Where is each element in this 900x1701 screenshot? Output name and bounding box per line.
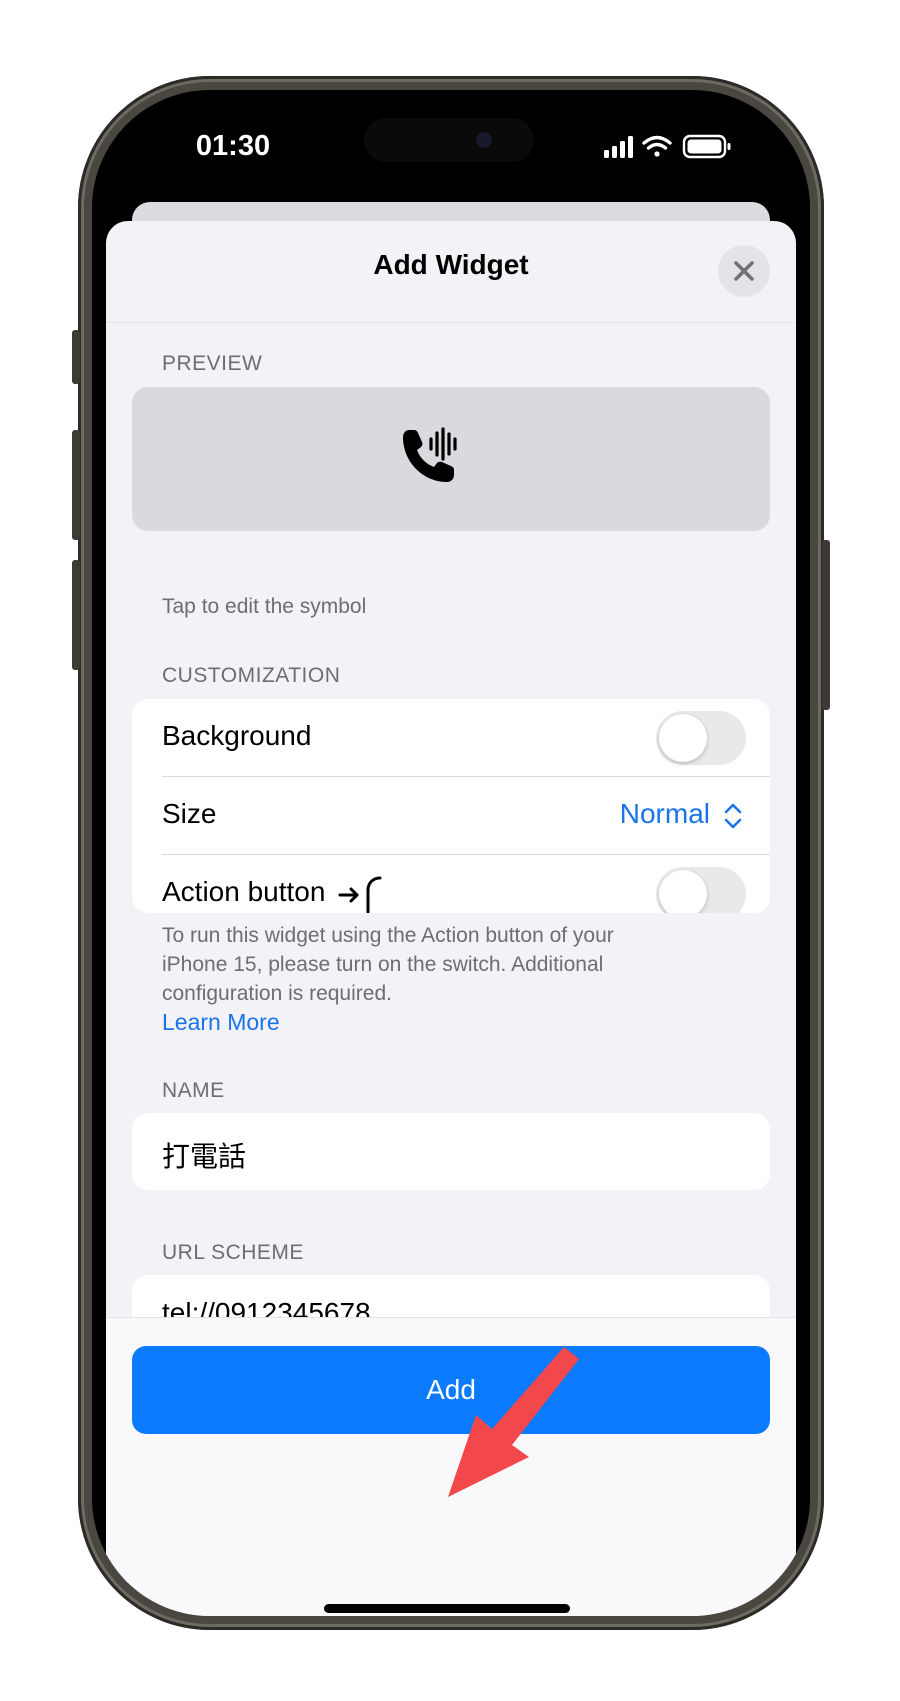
wifi-icon (642, 135, 672, 157)
action-button-footnote: To run this widget using the Action butt… (162, 921, 614, 1008)
battery-icon (682, 134, 731, 159)
background-toggle[interactable] (656, 711, 746, 765)
toggle-knob (659, 714, 707, 762)
size-value[interactable]: Normal (620, 798, 710, 830)
sheet-title: Add Widget (373, 249, 529, 280)
home-indicator[interactable] (324, 1604, 570, 1613)
size-row[interactable]: Size Normal (132, 777, 770, 854)
size-label: Size (162, 798, 217, 829)
action-button-icon (338, 876, 382, 913)
close-icon (734, 261, 754, 281)
phone-waveform-icon (403, 427, 457, 482)
customization-group: Background Size Normal Action button (132, 699, 770, 913)
footnote-line: configuration is required. (162, 982, 392, 1005)
preview-footnote: Tap to edit the symbol (162, 595, 367, 618)
chevron-up-down-icon (724, 803, 742, 829)
power-side-button (822, 540, 830, 710)
add-widget-sheet: Add Widget PREVIEW Tap to edit the symbo… (106, 221, 796, 1616)
background-label: Background (162, 720, 312, 751)
preview-section-label: PREVIEW (162, 352, 263, 375)
front-camera (476, 132, 492, 148)
customization-section-label: CUSTOMIZATION (162, 664, 341, 687)
annotation-arrow (448, 1347, 579, 1497)
url-scheme-section-label: URL SCHEME (162, 1241, 304, 1264)
action-button-toggle[interactable] (656, 867, 746, 913)
action-button-label: Action button (162, 876, 326, 907)
volume-down-side-button (72, 560, 80, 670)
name-field[interactable]: 打電話 (132, 1113, 770, 1190)
volume-up-side-button (72, 430, 80, 540)
dynamic-island (364, 118, 534, 162)
close-button[interactable] (718, 245, 770, 297)
phone-screen: 01:30 Add Widget PREVIEW Tap to edit the… (92, 90, 810, 1616)
background-row: Background (132, 699, 770, 776)
status-time: 01:30 (195, 130, 271, 162)
toggle-knob (659, 870, 707, 913)
sheet-header: Add Widget (106, 221, 796, 323)
action-button-row: Action button (132, 855, 770, 913)
name-value: 打電話 (162, 1141, 247, 1172)
widget-preview[interactable] (132, 387, 770, 531)
cellular-signal-icon (604, 136, 633, 158)
name-section-label: NAME (162, 1079, 225, 1102)
footnote-line: To run this widget using the Action butt… (162, 924, 614, 947)
footnote-line: iPhone 15, please turn on the switch. Ad… (162, 953, 604, 976)
action-side-button (72, 330, 80, 384)
learn-more-link[interactable]: Learn More (162, 1009, 280, 1036)
status-icons (604, 134, 731, 159)
